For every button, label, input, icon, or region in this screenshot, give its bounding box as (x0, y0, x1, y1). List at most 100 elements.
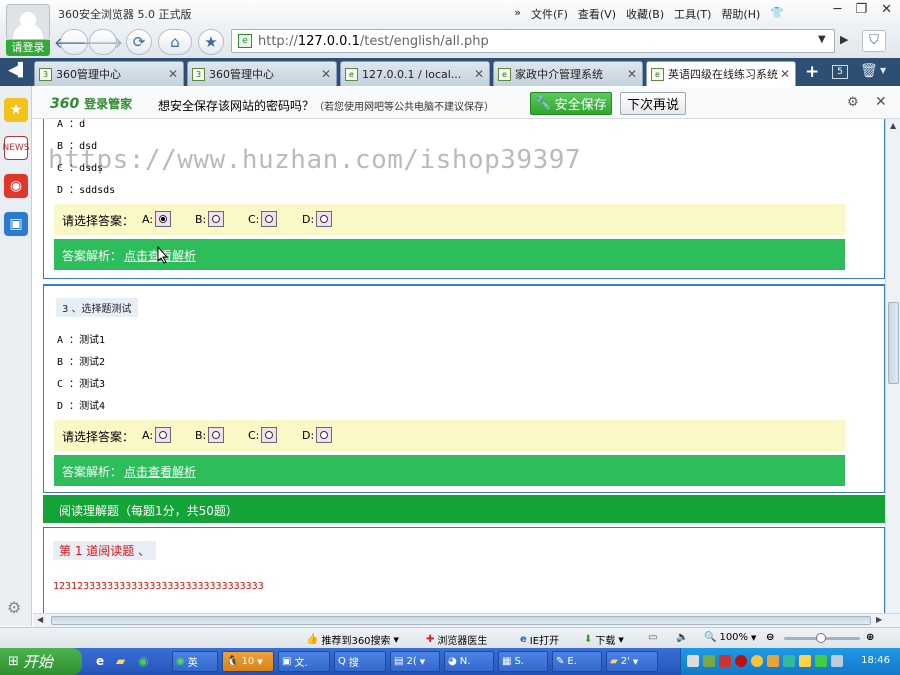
tab-1[interactable]: 3 360管理中心 ✕ (34, 61, 184, 86)
taskbar-item-8[interactable]: ✎ E. (552, 651, 602, 672)
bar-settings-icon[interactable]: ⚙ (847, 95, 859, 110)
address-dropdown-icon[interactable]: ▼ (818, 34, 826, 45)
tab-close-icon[interactable]: ✕ (319, 67, 333, 81)
closed-tabs-icon[interactable]: 5 (832, 65, 848, 79)
menu-view[interactable]: 查看(V) (578, 6, 616, 22)
close-icon[interactable]: ✕ (881, 2, 892, 17)
horizontal-scroll-thumb[interactable] (51, 616, 871, 625)
vertical-scroll-thumb[interactable] (888, 302, 899, 384)
radio-d[interactable] (316, 427, 333, 443)
tab-3[interactable]: e 127.0.0.1 / local... ✕ (340, 61, 490, 86)
clock[interactable]: 18:46 (861, 655, 890, 666)
tray-volume-icon[interactable] (831, 655, 843, 667)
tab-close-icon[interactable]: ✕ (778, 67, 792, 81)
trash-dropdown-icon[interactable]: ▼ (880, 66, 886, 75)
tab-close-icon[interactable]: ✕ (472, 67, 486, 81)
favorites-star-icon[interactable]: ★ (4, 98, 28, 122)
start-button[interactable]: ⊞ 开始 (0, 648, 82, 675)
quicklaunch-folder-icon[interactable]: ▰ (116, 654, 125, 668)
zoom-slider[interactable] (784, 633, 860, 643)
taskbar-item-9[interactable]: ▰ 2' ▼ (606, 651, 658, 672)
tab-5-active[interactable]: e 英语四级在线练习系统 ✕ (646, 61, 796, 86)
tab-4[interactable]: e 家政中介管理系统 ✕ (493, 61, 643, 86)
choice-a[interactable]: A: (142, 211, 172, 227)
quicklaunch-ie-icon[interactable]: e (96, 654, 104, 668)
radio-c[interactable] (261, 427, 278, 443)
menu-favorites[interactable]: 收藏(B) (626, 6, 664, 22)
radio-d[interactable] (316, 211, 333, 227)
view-analysis-link[interactable]: 点击查看解析 (124, 463, 196, 480)
ie-open[interactable]: e IE打开 (520, 632, 559, 647)
address-bar[interactable]: e http://127.0.0.1/test/english/all.php (231, 29, 835, 53)
radio-a[interactable] (155, 427, 172, 443)
scroll-left-icon[interactable]: ◀ (37, 615, 43, 624)
go-icon[interactable]: ▶ (840, 33, 848, 46)
sidebar-toggle-icon[interactable]: ◀▌ (8, 63, 28, 78)
remind-later-button[interactable]: 下次再说 (620, 92, 686, 115)
radio-b[interactable] (208, 211, 225, 227)
tray-user-icon[interactable] (767, 655, 779, 667)
zoom-in-icon[interactable]: ⊕ (866, 632, 874, 643)
tab-close-icon[interactable]: ✕ (625, 67, 639, 81)
tray-sync-icon[interactable] (783, 655, 795, 667)
taskbar-item-4[interactable]: Q搜 (334, 651, 386, 672)
taskbar-item-3[interactable]: ▣ 文. (278, 651, 330, 672)
zoom-slider-thumb[interactable] (816, 633, 826, 643)
trash-icon[interactable]: 🗑 (860, 63, 878, 79)
radio-c[interactable] (261, 211, 278, 227)
radio-b[interactable] (208, 427, 225, 443)
address-text[interactable]: http://127.0.0.1/test/english/all.php (258, 34, 489, 49)
news-icon[interactable]: NEWS (2, 136, 30, 160)
choice-a[interactable]: A: (142, 427, 172, 443)
settings-gear-icon[interactable]: ⚙ (7, 598, 21, 617)
tray-media-icon[interactable] (735, 655, 747, 667)
download-button[interactable]: ⬇ 下载 ▼ (584, 632, 624, 647)
tab-2[interactable]: 3 360管理中心 ✕ (187, 61, 337, 86)
menu-arrow-icon[interactable]: » (514, 6, 521, 22)
forward-button[interactable]: 🡒 (83, 29, 123, 55)
user-avatar[interactable]: 请登录 (6, 4, 50, 56)
taskbar-item-1[interactable]: ◉ 英 (172, 651, 218, 672)
zoom-out-icon[interactable]: ⊖ (766, 632, 774, 643)
menu-file[interactable]: 文件(F) (531, 6, 568, 22)
tray-shield-icon[interactable] (799, 655, 811, 667)
choice-d[interactable]: D: (302, 211, 333, 227)
skin-icon[interactable]: 👕 (770, 6, 784, 22)
tab-close-icon[interactable]: ✕ (166, 67, 180, 81)
screen-icon[interactable]: ▭ (648, 632, 657, 643)
taskbar-item-7[interactable]: ▦ S. (498, 651, 548, 672)
volume-icon[interactable]: 🔈 (676, 632, 688, 643)
tray-network-icon[interactable] (687, 655, 699, 667)
shield-icon[interactable]: ⛉ (862, 30, 886, 52)
quicklaunch-360-icon[interactable]: ◉ (138, 654, 148, 668)
horizontal-scrollbar[interactable]: ◀ ▶ (33, 613, 900, 627)
weibo-icon[interactable]: ◉ (4, 174, 28, 198)
radio-a[interactable] (155, 211, 172, 227)
login-button[interactable]: 请登录 (6, 40, 50, 56)
tray-360-icon[interactable] (815, 655, 827, 667)
zoom-control[interactable]: 🔍 100% ▼ (704, 632, 756, 643)
choice-b[interactable]: B: (195, 211, 225, 227)
tray-qq-icon[interactable] (751, 655, 763, 667)
recommend-360-search[interactable]: 👍 推荐到360搜索 ▼ (306, 632, 399, 647)
menu-tools[interactable]: 工具(T) (674, 6, 711, 22)
minimize-icon[interactable]: ─ (834, 2, 842, 17)
menu-help[interactable]: 帮助(H) (721, 6, 760, 22)
app-store-icon[interactable]: ▣ (4, 212, 28, 236)
home-button[interactable]: ⌂ (158, 29, 192, 55)
tray-app-icon[interactable] (703, 655, 715, 667)
browser-doctor[interactable]: ✚ 浏览器医生 (426, 632, 487, 647)
favorite-button[interactable]: ★ (198, 29, 224, 55)
choice-c[interactable]: C: (248, 427, 278, 443)
safe-save-button[interactable]: 🔧 安全保存 (530, 92, 612, 115)
refresh-button[interactable]: ⟳ (126, 29, 152, 55)
taskbar-item-5[interactable]: ▤ 2(▼ (390, 651, 440, 672)
choice-d[interactable]: D: (302, 427, 333, 443)
taskbar-item-6[interactable]: ◕ N. (444, 651, 494, 672)
tray-check-icon[interactable] (719, 655, 731, 667)
scroll-right-icon[interactable]: ▶ (876, 615, 882, 624)
choice-b[interactable]: B: (195, 427, 225, 443)
new-tab-icon[interactable]: + (805, 62, 819, 82)
scroll-up-icon[interactable]: ▲ (890, 121, 896, 130)
vertical-scrollbar[interactable]: ▲ (885, 119, 900, 613)
